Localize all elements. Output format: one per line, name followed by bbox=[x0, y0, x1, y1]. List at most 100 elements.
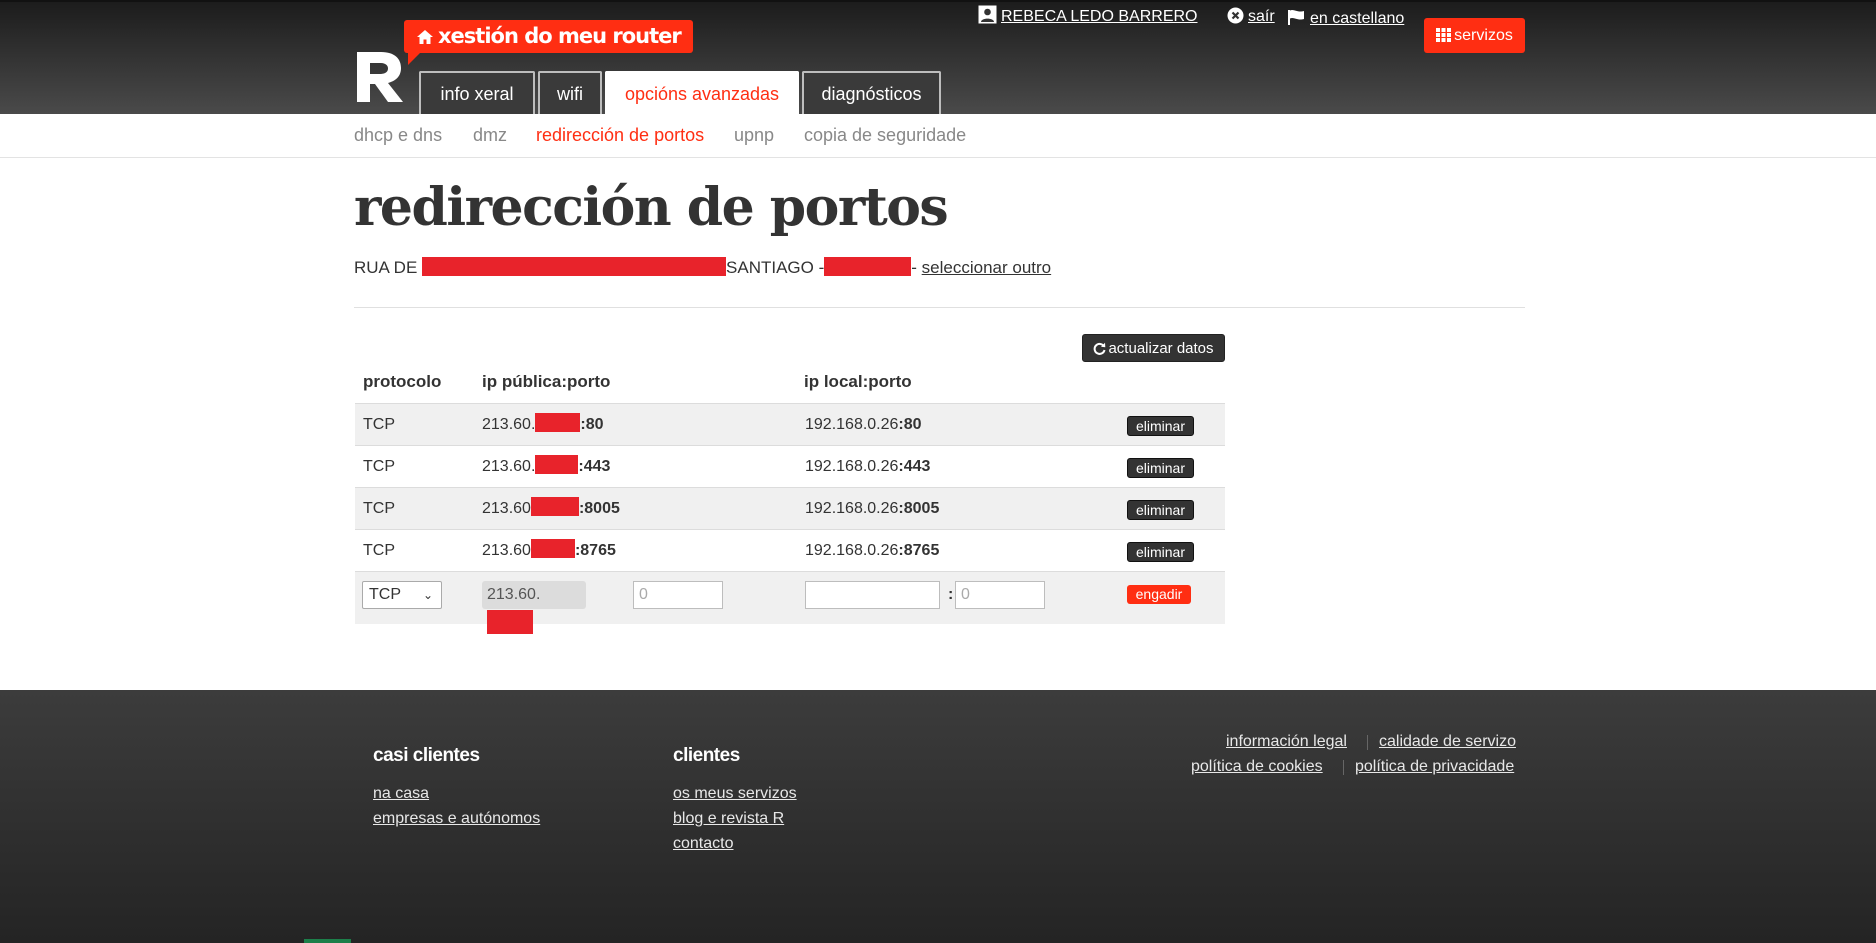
public-ip-prefix: 213.60 bbox=[482, 500, 531, 517]
sub-navigation: dhcp e dns dmz redirección de portos upn… bbox=[0, 114, 1876, 158]
redacted-ip bbox=[530, 539, 575, 558]
rule-local: 192.168.0.26:80 bbox=[805, 404, 922, 445]
local-port: :8005 bbox=[898, 500, 940, 517]
local-port: :8765 bbox=[898, 542, 940, 559]
public-ip-prefix: 213.60. bbox=[482, 416, 536, 433]
public-ip-prefix: 213.60 bbox=[482, 542, 531, 559]
logout-label: saír bbox=[1248, 8, 1275, 25]
tab-info-xeral[interactable]: info xeral bbox=[419, 71, 535, 116]
public-port: :80 bbox=[580, 416, 604, 433]
footer-link-privacy[interactable]: política de privacidade bbox=[1355, 757, 1514, 777]
r-logo[interactable] bbox=[355, 50, 405, 104]
local-port-input[interactable]: 0 bbox=[955, 581, 1045, 609]
subnav-backup[interactable]: copia de seguridade bbox=[804, 114, 966, 156]
protocol-select[interactable]: TCP ⌄ bbox=[362, 581, 442, 609]
local-ip: 192.168.0.26 bbox=[805, 500, 899, 517]
rule-public: 213.60:8765 bbox=[482, 530, 616, 571]
footer-link-na-casa[interactable]: na casa bbox=[373, 784, 429, 804]
language-label: en castellano bbox=[1310, 10, 1405, 27]
logout-link[interactable]: saír bbox=[1227, 2, 1275, 32]
footer-separator bbox=[1343, 760, 1344, 775]
services-label: servizos bbox=[1454, 27, 1513, 44]
flag-icon bbox=[1288, 9, 1304, 25]
local-ip: 192.168.0.26 bbox=[805, 416, 899, 433]
rule-local: 192.168.0.26:443 bbox=[805, 446, 930, 487]
rule-public: 213.60. :443 bbox=[482, 446, 610, 487]
user-name: REBECA LEDO BARRERO bbox=[1001, 8, 1198, 25]
local-port: :80 bbox=[898, 416, 922, 433]
select-other-link[interactable]: seleccionar outro bbox=[922, 258, 1051, 277]
header-protocol: protocolo bbox=[363, 372, 442, 391]
footer-link-cookies[interactable]: política de cookies bbox=[1191, 757, 1323, 777]
redacted-ip bbox=[487, 610, 533, 634]
grid-icon bbox=[1436, 28, 1452, 42]
local-ip-input[interactable] bbox=[805, 581, 940, 609]
page-title: redirección de portos bbox=[354, 177, 949, 238]
public-port-input[interactable]: 0 bbox=[633, 581, 723, 609]
services-button[interactable]: servizos bbox=[1424, 18, 1525, 53]
delete-rule-button[interactable]: eliminar bbox=[1127, 458, 1194, 478]
footer-link-quality[interactable]: calidade de servizo bbox=[1379, 732, 1516, 752]
footer-link-empresas[interactable]: empresas e autónomos bbox=[373, 809, 540, 829]
rule-public: 213.60 :8005 bbox=[482, 488, 620, 529]
public-ip-readonly: 213.60. bbox=[482, 581, 586, 634]
user-icon bbox=[978, 5, 997, 24]
redacted-ip bbox=[530, 497, 579, 516]
footer-link-legal[interactable]: información legal bbox=[1226, 732, 1347, 752]
subnav-port-forwarding[interactable]: redirección de portos bbox=[536, 114, 704, 156]
footer-link-blog[interactable]: blog e revista R bbox=[673, 809, 784, 829]
public-ip-prefix: 213.60. bbox=[487, 586, 541, 603]
port-separator: : bbox=[948, 586, 954, 603]
chevron-down-icon: ⌄ bbox=[422, 588, 433, 602]
footer-col1-title: casi clientes bbox=[373, 745, 480, 766]
redacted-postcode bbox=[824, 257, 912, 276]
badge-pointer bbox=[408, 51, 422, 65]
public-port: :443 bbox=[578, 458, 611, 475]
public-port: :8005 bbox=[578, 500, 620, 517]
rule-local: 192.168.0.26:8005 bbox=[805, 488, 939, 529]
redacted-ip bbox=[535, 413, 581, 432]
tab-opcions-avanzadas[interactable]: opcións avanzadas bbox=[605, 71, 799, 116]
rule-protocol: TCP bbox=[363, 416, 395, 433]
delete-rule-button[interactable]: eliminar bbox=[1127, 416, 1194, 436]
footer: casi clientes na casa empresas e autónom… bbox=[0, 690, 1876, 943]
rule-protocol: TCP bbox=[363, 500, 395, 517]
local-port: :443 bbox=[898, 458, 931, 475]
refresh-label: actualizar datos bbox=[1108, 340, 1214, 357]
language-link[interactable]: en castellano bbox=[1288, 4, 1404, 34]
router-management-badge[interactable]: xestión do meu router bbox=[404, 20, 693, 65]
badge-label: xestión do meu router bbox=[438, 24, 682, 48]
public-ip-prefix: 213.60. bbox=[482, 458, 536, 475]
delete-rule-button[interactable]: eliminar bbox=[1127, 500, 1194, 520]
footer-col2-title: clientes bbox=[673, 745, 740, 766]
close-circle-icon bbox=[1227, 7, 1244, 24]
footer-link-meus-servizos[interactable]: os meus servizos bbox=[673, 784, 797, 804]
table-row: TCP 213.60:8005 192.168.0.26:8005 elimin… bbox=[355, 487, 1225, 530]
footer-accent-bar bbox=[304, 939, 351, 943]
redacted-street bbox=[422, 257, 727, 276]
connection-address: RUA DE SANTIAGO - - seleccionar outro bbox=[354, 256, 1051, 280]
table-row: TCP 213.60.:80 192.168.0.26:80 eliminar bbox=[355, 403, 1225, 446]
new-rule-row: TCP ⌄ 213.60. : 0 : 0 engadir bbox=[355, 571, 1225, 634]
tab-wifi[interactable]: wifi bbox=[538, 71, 602, 116]
footer-separator bbox=[1367, 735, 1368, 750]
local-ip: 192.168.0.26 bbox=[805, 542, 899, 559]
address-dash: - bbox=[911, 258, 917, 277]
tab-diagnosticos[interactable]: diagnósticos bbox=[802, 71, 941, 116]
local-ip: 192.168.0.26 bbox=[805, 458, 899, 475]
refresh-button[interactable]: actualizar datos bbox=[1082, 334, 1225, 362]
protocol-select-value: TCP bbox=[369, 586, 401, 603]
delete-rule-button[interactable]: eliminar bbox=[1127, 542, 1194, 562]
home-icon bbox=[417, 30, 433, 44]
subnav-dmz[interactable]: dmz bbox=[473, 114, 507, 156]
user-account-link[interactable]: REBECA LEDO BARRERO bbox=[978, 2, 1198, 32]
table-row: TCP 213.60.:443 192.168.0.26:443 elimina… bbox=[355, 445, 1225, 488]
subnav-upnp[interactable]: upnp bbox=[734, 114, 774, 156]
add-rule-button[interactable]: engadir bbox=[1127, 585, 1191, 604]
rule-local: 192.168.0.26:8765 bbox=[805, 530, 939, 571]
header-public-ip-port: ip pública:porto bbox=[482, 372, 611, 391]
address-city: SANTIAGO - bbox=[726, 258, 825, 277]
footer-link-contacto[interactable]: contacto bbox=[673, 834, 733, 854]
subnav-dhcp-dns[interactable]: dhcp e dns bbox=[354, 114, 442, 156]
header-local-ip-port: ip local:porto bbox=[804, 372, 912, 391]
